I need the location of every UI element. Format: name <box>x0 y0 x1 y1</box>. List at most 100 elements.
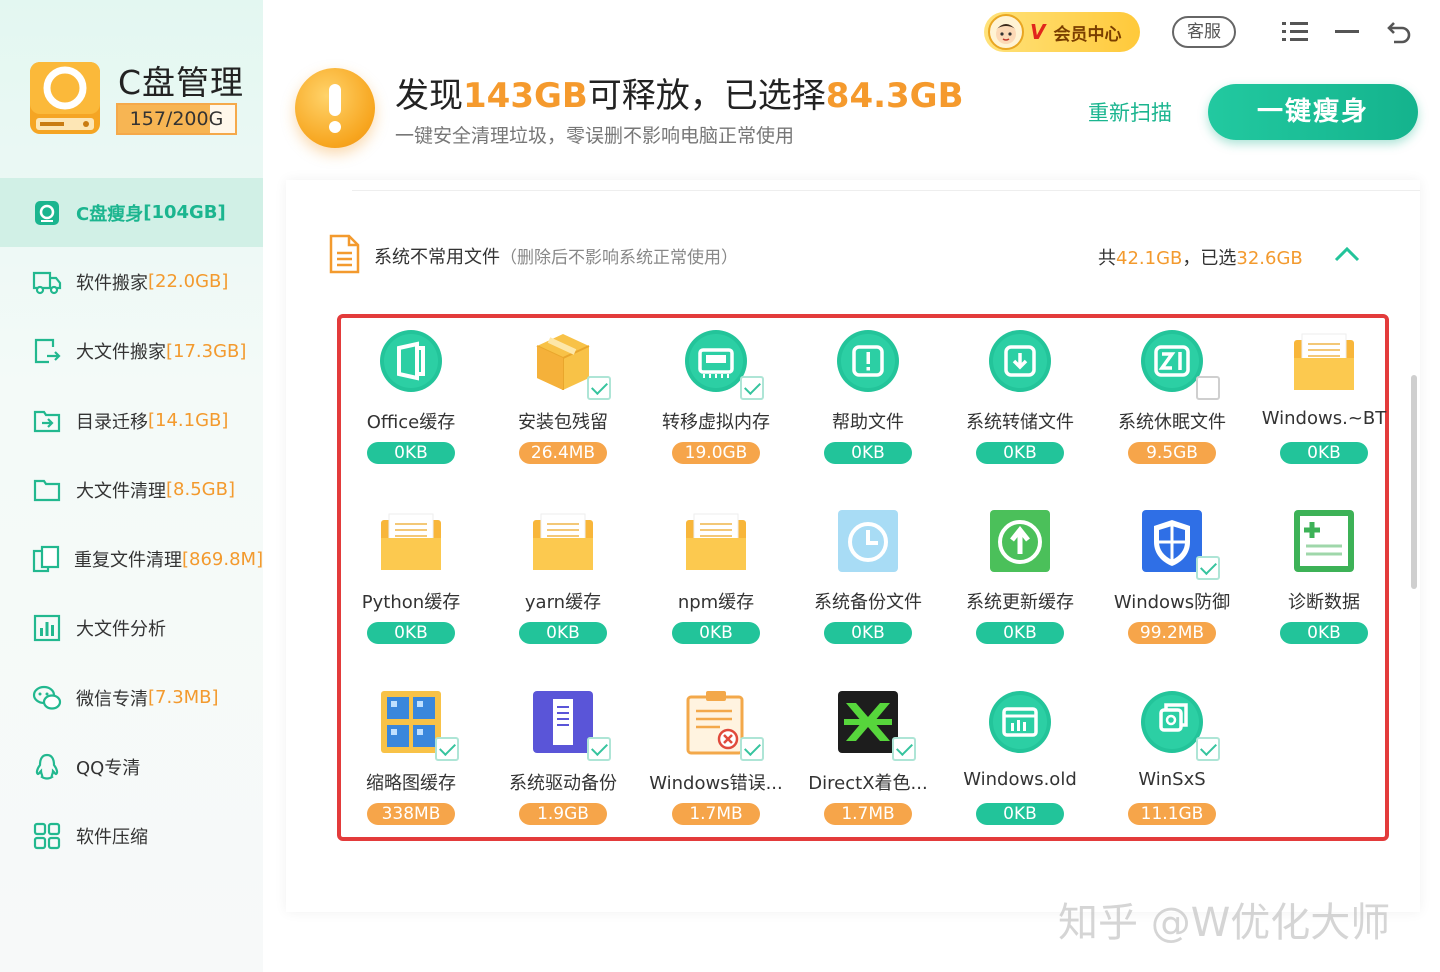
checkbox[interactable] <box>1196 376 1220 400</box>
tile-name: 系统备份文件 <box>814 592 922 613</box>
checkbox[interactable] <box>1196 556 1220 580</box>
sidebar-item-2[interactable]: 大文件搬家 [17.3GB] <box>0 317 263 386</box>
backup-clock-icon <box>836 508 900 574</box>
file-category-tile[interactable]: 转移虚拟内存 19.0GB <box>640 320 792 470</box>
file-category-tile[interactable]: 系统转储文件 0KB <box>944 320 1096 470</box>
folder-migrate-icon <box>32 406 62 436</box>
vip-center-button[interactable]: V 会员中心 <box>984 12 1140 52</box>
document-icon <box>328 234 360 274</box>
tile-name: 安装包残留 <box>518 412 608 433</box>
disk-usage-bar: 157/200G <box>116 103 237 135</box>
section-header[interactable]: 系统不常用文件（删除后不影响系统正常使用） 共42.1GB，已选32.6GB <box>328 234 1388 276</box>
rescan-link[interactable]: 重新扫描 <box>1088 97 1172 127</box>
sidebar-item-label: 大文件搬家 <box>76 342 166 364</box>
section-note: （删除后不影响系统正常使用） <box>500 248 738 268</box>
found-size: 143GB <box>463 76 588 116</box>
sidebar-item-6[interactable]: 大文件分析 <box>0 594 263 663</box>
file-category-tile[interactable]: 帮助文件 0KB <box>792 320 944 470</box>
tile-name: 系统休眠文件 <box>1118 412 1226 433</box>
sidebar-item-8[interactable]: QQ专清 <box>0 732 263 801</box>
vip-label: 会员中心 <box>1053 24 1122 45</box>
size-badge: 0KB <box>976 803 1064 825</box>
size-badge: 0KB <box>1280 622 1368 644</box>
size-badge: 1.7MB <box>672 803 760 825</box>
sidebar-item-size: [8.5GB] <box>166 479 235 501</box>
update-arrow-icon <box>988 508 1052 574</box>
checkbox[interactable] <box>892 737 916 761</box>
file-category-tile[interactable]: 系统驱动备份 1.9GB <box>487 681 639 831</box>
qq-icon <box>32 752 62 782</box>
sidebar-item-1[interactable]: 软件搬家 [22.0GB] <box>0 247 263 316</box>
checkbox[interactable] <box>435 737 459 761</box>
broom-icon <box>32 198 62 228</box>
file-category-tile[interactable]: 安装包残留 26.4MB <box>487 320 639 470</box>
tile-name: Windows.~BT <box>1261 408 1387 429</box>
customer-service-button[interactable]: 客服 <box>1172 16 1236 48</box>
sidebar: C盘管理 157/200G C盘瘦身 [104GB] 软件搬家 [22.0GB] 大… <box>0 0 263 972</box>
tile-name: 转移虚拟内存 <box>662 412 770 433</box>
file-category-tile[interactable]: Office缓存 0KB <box>335 320 487 470</box>
tile-name: 系统驱动备份 <box>509 773 617 794</box>
warning-icon <box>295 68 375 148</box>
yellow-folder-icon <box>1292 328 1356 394</box>
sidebar-item-3[interactable]: 目录迁移 [14.1GB] <box>0 386 263 455</box>
sidebar-item-label: C盘瘦身 <box>76 203 144 225</box>
checkbox[interactable] <box>740 376 764 400</box>
sidebar-item-label: 大文件分析 <box>76 619 166 641</box>
file-category-tile[interactable]: Windows错误... 1.7MB <box>640 681 792 831</box>
file-category-tile[interactable]: npm缓存 0KB <box>640 500 792 650</box>
chevron-up-icon[interactable] <box>1332 240 1362 270</box>
file-category-tile[interactable]: 缩略图缓存 338MB <box>335 681 487 831</box>
error-report-icon <box>684 689 748 755</box>
minimize-icon[interactable] <box>1332 17 1362 47</box>
section-selected: 32.6GB <box>1236 248 1303 269</box>
size-badge: 26.4MB <box>519 442 607 464</box>
sidebar-item-9[interactable]: 软件压缩 <box>0 802 263 871</box>
tile-name: Office缓存 <box>366 412 456 433</box>
help-alert-icon <box>836 328 900 394</box>
tile-name: yarn缓存 <box>524 592 602 613</box>
file-category-tile[interactable]: 系统备份文件 0KB <box>792 500 944 650</box>
menu-icon[interactable] <box>1280 17 1310 47</box>
scrollbar[interactable] <box>1411 375 1417 589</box>
checkbox[interactable] <box>1196 737 1220 761</box>
chart-icon <box>32 613 62 643</box>
app-title: C盘管理 <box>118 63 245 102</box>
size-badge: 0KB <box>824 442 912 464</box>
sidebar-item-size: [104GB] <box>143 202 226 224</box>
diagnostic-plus-icon <box>1292 508 1356 574</box>
yellow-folder-icon <box>379 508 443 574</box>
vip-badge: V <box>1030 20 1046 44</box>
sidebar-item-0[interactable]: C盘瘦身 [104GB] <box>0 178 263 248</box>
file-category-tile[interactable]: 诊断数据 0KB <box>1248 500 1400 650</box>
size-badge: 1.9GB <box>519 803 607 825</box>
file-category-tile[interactable]: Windows.old 0KB <box>944 681 1096 831</box>
file-category-tile[interactable]: 系统休眠文件 9.5GB <box>1096 320 1248 470</box>
file-category-tile[interactable]: 系统更新缓存 0KB <box>944 500 1096 650</box>
size-badge: 0KB <box>519 622 607 644</box>
shield-icon <box>1140 508 1204 574</box>
download-icon <box>988 328 1052 394</box>
office-icon <box>379 328 443 394</box>
tile-name: Windows错误... <box>649 773 783 794</box>
file-category-tile[interactable]: DirectX着色... 1.7MB <box>792 681 944 831</box>
checkbox[interactable] <box>587 737 611 761</box>
tile-name: 系统转储文件 <box>966 412 1074 433</box>
windows-old-icon <box>988 689 1052 755</box>
sidebar-item-7[interactable]: 微信专清 [7.3MB] <box>0 663 263 732</box>
one-click-slim-button[interactable]: 一键瘦身 <box>1208 84 1418 140</box>
sidebar-item-5[interactable]: 重复文件清理 [869.8M] <box>0 524 263 593</box>
size-badge: 0KB <box>367 442 455 464</box>
file-category-tile[interactable]: WinSxS 11.1GB <box>1096 681 1248 831</box>
tile-name: Windows防御 <box>1113 592 1231 613</box>
file-category-tile[interactable]: Python缓存 0KB <box>335 500 487 650</box>
size-badge: 0KB <box>824 622 912 644</box>
checkbox[interactable] <box>740 737 764 761</box>
file-category-tile[interactable]: Windows.~BT 0KB <box>1248 320 1400 470</box>
file-category-tile[interactable]: Windows防御 99.2MB <box>1096 500 1248 650</box>
size-badge: 19.0GB <box>672 442 760 464</box>
back-icon[interactable] <box>1384 17 1414 47</box>
sidebar-item-4[interactable]: 大文件清理 [8.5GB] <box>0 455 263 524</box>
checkbox[interactable] <box>587 376 611 400</box>
file-category-tile[interactable]: yarn缓存 0KB <box>487 500 639 650</box>
